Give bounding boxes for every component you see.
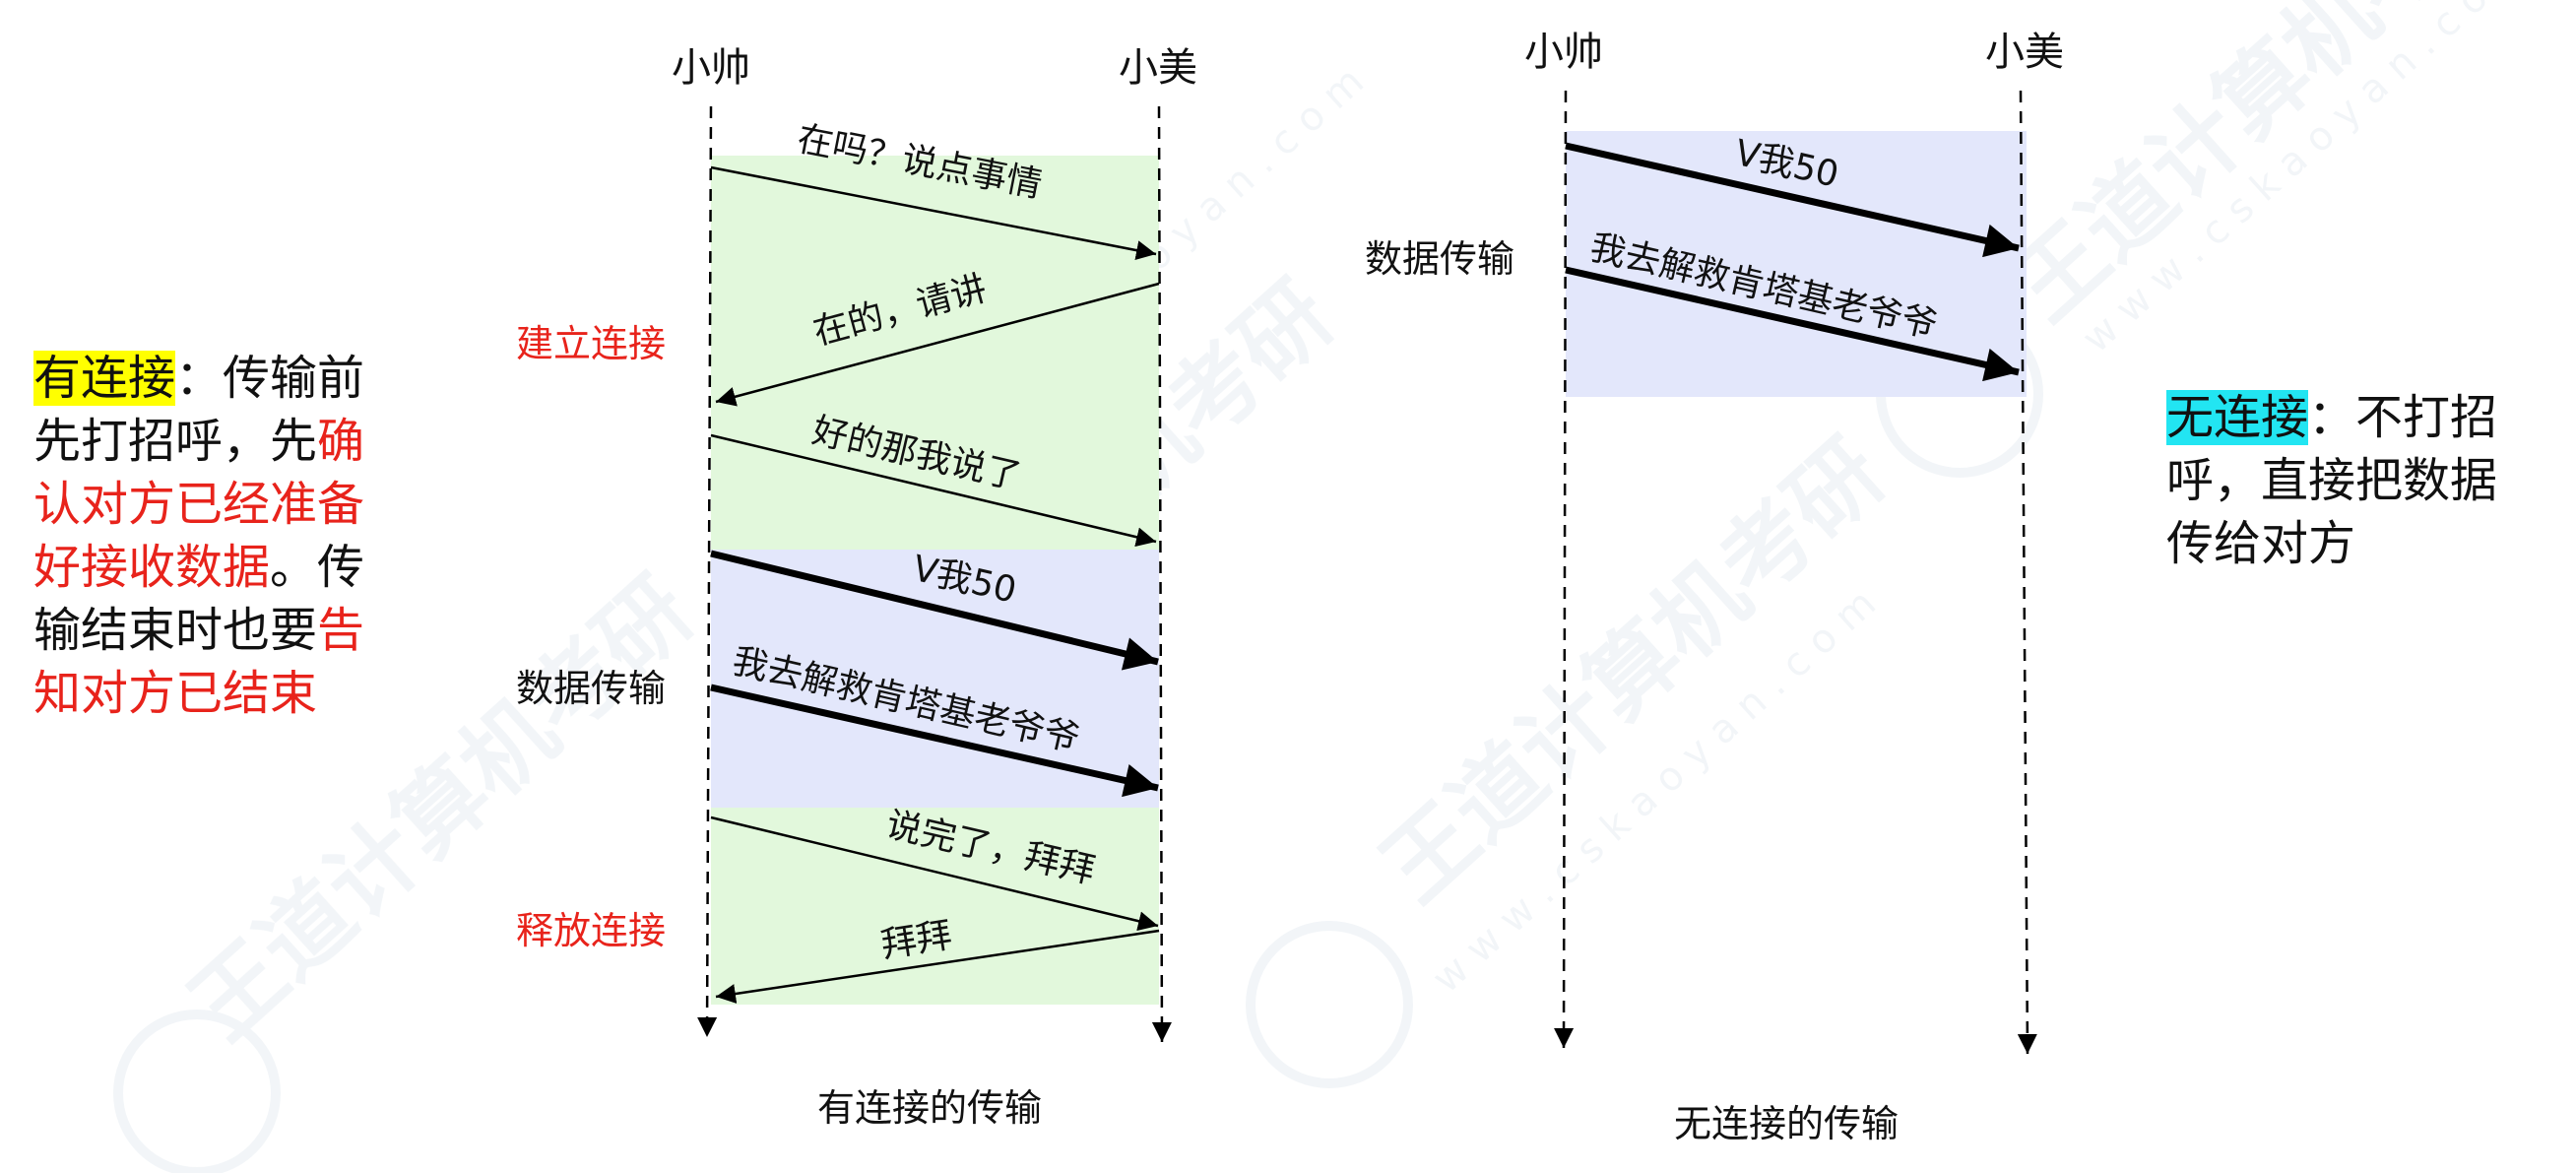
watermark: 王道计算机考研 王道计算机考研 王道计算机考研 王道计算机考研 w w w . … [113,0,2535,1173]
connection-oriented-note: 有连接：传输前 先打招呼，先确 认对方已经准备 好接收数据。传 输结束时也要告 … [33,347,408,725]
phase-label-data: 数据传输 [1365,237,1515,281]
phase-label-release: 释放连接 [516,909,667,952]
sender-lifeline [1554,90,1575,1049]
note-text-red: 确 [317,414,365,469]
phase-label-data: 数据传输 [516,667,667,710]
note-text: 不打招 [2355,390,2498,445]
phase-label-setup: 建立连接 [516,322,667,365]
note-text-red: 好接收数据 [33,540,271,595]
note-text: 输结束时也要 [33,603,318,658]
receiver-name: 小美 [1119,45,1197,91]
note-line: 呼，直接把数据 [2166,453,2498,508]
receiver-name: 小美 [1985,30,2064,75]
watermark-brand: 王道计算机考研 [1362,420,1903,922]
sender-lifeline [697,105,718,1038]
note-line: 传给对方 [2166,516,2356,571]
diagram-caption: 有连接的传输 [817,1086,1043,1130]
note-text: 传输前 [223,351,365,406]
note-text: 。传 [270,540,365,595]
note-colon: ： [2308,390,2356,445]
note-line: 先打招呼，先确 [33,410,408,473]
note-line: 无连接：不打招 [2166,386,2560,449]
sender-name: 小帅 [1524,30,1603,75]
connectionless-note: 无连接：不打招 呼，直接把数据 传给对方 [2166,386,2560,575]
note-line: 输结束时也要告 [33,599,408,662]
note-keyword: 有连接 [33,351,176,406]
sender-name: 小帅 [672,45,750,91]
diagram-caption: 无连接的传输 [1674,1102,1900,1145]
note-text-red: 告 [317,603,365,658]
note-text: 先打招呼，先 [33,414,318,469]
note-line: 认对方已经准备 [33,477,365,532]
note-line: 知对方已结束 [33,666,318,721]
setup-phase-band [711,156,1159,550]
watermark-seal [113,1010,281,1173]
watermark-seal [1246,921,1413,1088]
note-line: 好接收数据。传 [33,536,408,599]
note-colon: ： [175,351,224,406]
note-line: 有连接：传输前 [33,347,408,410]
note-keyword: 无连接 [2166,390,2309,445]
